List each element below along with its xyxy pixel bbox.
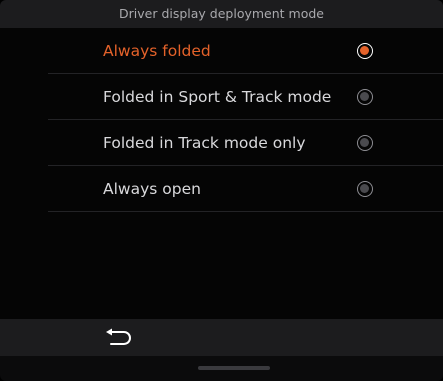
radio-dot <box>360 92 369 101</box>
home-strip <box>0 356 443 381</box>
page-title: Driver display deployment mode <box>0 0 443 28</box>
divider <box>48 211 443 212</box>
option-label: Folded in Track mode only <box>103 134 306 152</box>
radio-button[interactable] <box>357 181 373 197</box>
settings-screen: Driver display deployment mode Always fo… <box>0 0 443 381</box>
radio-dot <box>360 46 369 55</box>
back-arrow-icon <box>106 328 131 345</box>
home-indicator[interactable] <box>198 366 270 370</box>
option-folded-track-only[interactable]: Folded in Track mode only <box>0 120 443 166</box>
option-label: Always open <box>103 180 201 198</box>
option-label: Folded in Sport & Track mode <box>103 88 332 106</box>
option-folded-sport-track[interactable]: Folded in Sport & Track mode <box>0 74 443 120</box>
option-always-open[interactable]: Always open <box>0 166 443 212</box>
deployment-mode-options: Always folded Folded in Sport & Track mo… <box>0 28 443 212</box>
radio-button[interactable] <box>357 89 373 105</box>
radio-dot <box>360 138 369 147</box>
radio-button[interactable] <box>357 135 373 151</box>
bottom-bar <box>0 319 443 356</box>
radio-button[interactable] <box>357 43 373 59</box>
back-button[interactable] <box>98 323 138 353</box>
radio-dot <box>360 184 369 193</box>
option-always-folded[interactable]: Always folded <box>0 28 443 74</box>
option-label: Always folded <box>103 42 211 60</box>
